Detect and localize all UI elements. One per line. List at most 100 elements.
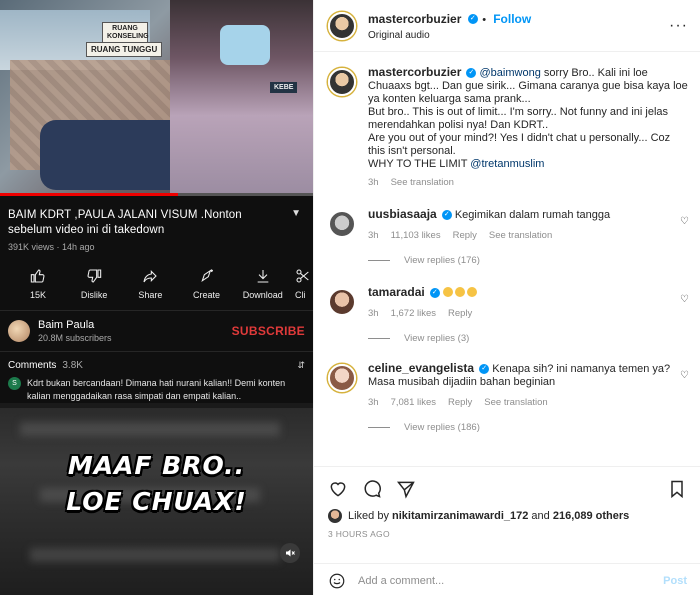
caption-mention[interactable]: @baimwong (480, 67, 541, 79)
clip-button[interactable]: Cli (295, 268, 309, 300)
comments-feed[interactable]: mastercorbuzier ✓ @baimwong sorry Bro.. … (314, 54, 700, 466)
audio-label[interactable]: Original audio (368, 30, 531, 41)
commenter-avatar[interactable] (328, 364, 356, 392)
post-button[interactable]: Post (663, 575, 687, 587)
verified-badge-icon: ✓ (467, 13, 478, 24)
add-comment-input[interactable]: Add a comment... (358, 575, 444, 587)
liker-avatar (328, 509, 342, 523)
comment-item: tamaradai ✓ 3h 1,672 likes Reply ♡ (314, 286, 700, 319)
view-replies-button[interactable]: View replies (176) (368, 255, 700, 266)
liked-by-user[interactable]: nikitamirzanimawardi_172 (392, 510, 528, 522)
caption-translate-link[interactable]: See translation (391, 177, 454, 188)
like-heart-icon[interactable]: ♡ (680, 370, 689, 381)
caption-line-3: Are you out of your mind?! Yes I didn't … (368, 132, 671, 157)
like-count: 15K (29, 290, 46, 300)
comment-likes[interactable]: 11,103 likes (391, 230, 441, 241)
share-button[interactable]: Share (126, 268, 174, 300)
follow-button[interactable]: Follow (493, 12, 531, 26)
verified-badge-icon: ✓ (479, 364, 490, 375)
channel-row[interactable]: Baim Paula 20.8M subscribers SUBSCRIBE (0, 310, 313, 352)
add-comment-row: Add a comment... Post (314, 563, 700, 595)
sign-tunggu: RUANG TUNGGU (86, 42, 163, 57)
video-meta: 391K views · 14h ago (8, 242, 95, 252)
view-replies-button[interactable]: View replies (3) (368, 333, 700, 344)
translate-link[interactable]: See translation (484, 397, 547, 408)
commenter-avatar[interactable] (328, 288, 356, 316)
send-icon[interactable] (396, 479, 416, 499)
video-title-text: BAIM KDRT ,PAULA JALANI VISUM .Nonton se… (8, 209, 242, 236)
author-username[interactable]: mastercorbuzier (368, 12, 461, 26)
more-options-icon[interactable]: ··· (669, 17, 688, 35)
face-mask (220, 25, 270, 65)
video-panel[interactable]: RUANG KONSELING RUANG TUNGGU KEBE BAIM K… (0, 0, 313, 595)
mute-icon (286, 549, 295, 557)
comment-likes[interactable]: 1,672 likes (391, 308, 436, 319)
comment-icon[interactable] (362, 479, 382, 499)
create-label: Create (193, 290, 221, 300)
commenter-username[interactable]: tamaradai (368, 285, 425, 299)
bookmark-icon[interactable] (667, 479, 687, 499)
post-time: 3 HOURS AGO (328, 529, 390, 539)
caption-mention-2[interactable]: @tretanmuslim (470, 158, 544, 170)
reply-button[interactable]: Reply (453, 230, 477, 241)
like-heart-icon[interactable]: ♡ (680, 216, 689, 227)
comment-time: 3h (368, 230, 379, 241)
verified-badge-icon: ✓ (466, 68, 477, 79)
separator-dot: • (482, 14, 490, 26)
sort-toggle-icon[interactable]: ⇵ (297, 360, 305, 371)
caption-line-4: WHY TO THE LIMIT (368, 158, 471, 170)
post-header: mastercorbuzier ✓ • Follow Original audi… (314, 0, 700, 52)
like-button[interactable]: 15K (14, 268, 62, 300)
liked-by-row[interactable]: Liked by nikitamirzanimawardi_172 and 21… (314, 505, 700, 523)
screen: RUANG KONSELING RUANG TUNGGU KEBE BAIM K… (0, 0, 700, 595)
caption-username[interactable]: mastercorbuzier (368, 65, 461, 79)
view-replies-label[interactable]: View replies (176) (404, 255, 480, 266)
mute-button[interactable] (280, 543, 300, 563)
caption-text: mastercorbuzier ✓ @baimwong sorry Bro.. … (368, 66, 689, 171)
view-replies-label[interactable]: View replies (186) (404, 422, 480, 433)
overlay-line-1: MAAF BRO.. (67, 451, 246, 480)
caption-time: 3h (368, 177, 379, 188)
like-icon (30, 269, 45, 283)
youtube-info: BAIM KDRT ,PAULA JALANI VISUM .Nonton se… (0, 196, 313, 403)
clip-label: Cli (294, 290, 306, 300)
comment-item: celine_evangelista ✓ Kenapa sih? ini nam… (314, 362, 700, 408)
heart-icon[interactable] (328, 479, 348, 499)
author-avatar[interactable] (328, 11, 356, 40)
instagram-panel: mastercorbuzier ✓ • Follow Original audi… (313, 0, 700, 595)
dislike-button[interactable]: Dislike (70, 268, 118, 300)
commenter-username[interactable]: uusbiasaaja (368, 207, 437, 221)
like-heart-icon[interactable]: ♡ (680, 294, 689, 305)
view-replies-label[interactable]: View replies (3) (404, 333, 469, 344)
comment-likes[interactable]: 7,081 likes (391, 397, 436, 408)
action-row: 15K Dislike Share Create Download Cli (0, 252, 313, 310)
liked-by-count[interactable]: 216,089 others (553, 510, 629, 522)
translate-link[interactable]: See translation (489, 230, 552, 241)
comment-time: 3h (368, 308, 379, 319)
expand-chevron-icon[interactable]: ▼ (291, 208, 301, 219)
caption-item: mastercorbuzier ✓ @baimwong sorry Bro.. … (314, 66, 700, 188)
video-frame: RUANG KONSELING RUANG TUNGGU KEBE (0, 0, 313, 193)
comment-time: 3h (368, 397, 379, 408)
blur-bar (20, 422, 280, 436)
download-label: Download (242, 290, 283, 300)
video-title: BAIM KDRT ,PAULA JALANI VISUM .Nonton se… (0, 196, 313, 238)
channel-name[interactable]: Baim Paula (38, 319, 112, 331)
reply-button[interactable]: Reply (448, 308, 472, 319)
overlay-line-2: LOE CHUAX! (66, 487, 247, 516)
subscribe-button[interactable]: SUBSCRIBE (232, 324, 305, 338)
commenter-avatar[interactable] (328, 210, 356, 238)
emoji-icon[interactable] (328, 572, 346, 590)
caption-avatar[interactable] (328, 68, 356, 96)
commenter-username[interactable]: celine_evangelista (368, 361, 474, 375)
sign-kebe: KEBE (270, 82, 298, 93)
download-button[interactable]: Download (239, 268, 287, 300)
view-replies-button[interactable]: View replies (186) (368, 422, 700, 433)
replies-line (368, 260, 390, 261)
comments-preview[interactable]: Comments 3.8K ⇵ S Kdrt bukan bercandaan!… (0, 352, 313, 403)
create-icon (200, 269, 213, 282)
channel-avatar[interactable] (8, 320, 30, 342)
create-button[interactable]: Create (183, 268, 231, 300)
replies-line (368, 338, 390, 339)
reply-button[interactable]: Reply (448, 397, 472, 408)
